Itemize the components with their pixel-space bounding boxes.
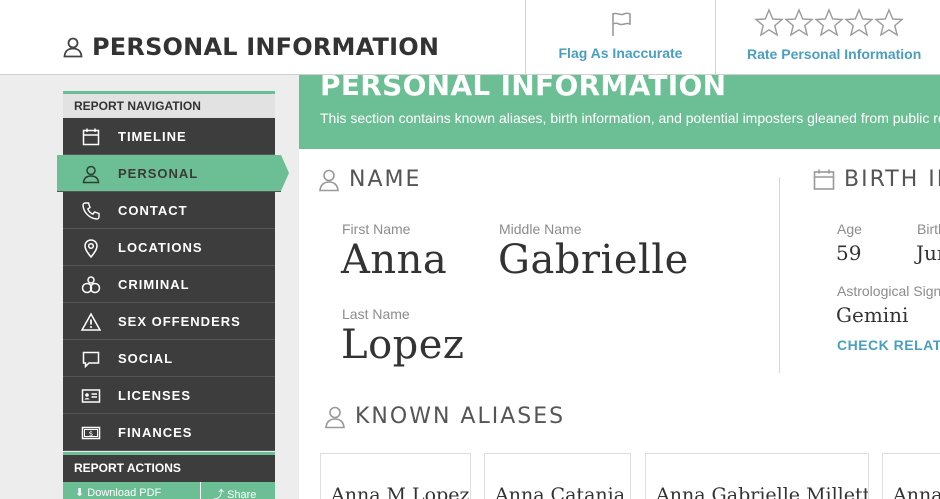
sidebar-item-timeline[interactable]: TIMELINE bbox=[63, 118, 275, 155]
alias-card: Anna M Lopez bbox=[320, 453, 471, 499]
main-content: PERSONAL INFORMATION This section contai… bbox=[299, 75, 940, 499]
flag-icon bbox=[612, 12, 631, 36]
person-icon bbox=[63, 37, 83, 58]
page-title-text: PERSONAL INFORMATION bbox=[92, 33, 440, 61]
sidebar-item-social[interactable]: SOCIAL bbox=[63, 340, 275, 377]
handcuffs-icon bbox=[81, 276, 101, 294]
report-page: PERSONAL INFORMATION Flag As Inaccurate … bbox=[0, 0, 940, 499]
birthday-value: June bbox=[916, 241, 940, 265]
alias-name: Anna Catania bbox=[495, 484, 626, 499]
banner-description: This section contains known aliases, bir… bbox=[320, 110, 940, 126]
sidebar-item-label: CONTACT bbox=[118, 203, 188, 218]
rate-section: Rate Personal Information bbox=[715, 0, 940, 75]
phone-icon bbox=[82, 202, 100, 220]
sidebar-item-finances[interactable]: $ FINANCES bbox=[63, 414, 275, 451]
download-pdf-label: Download PDF bbox=[87, 487, 162, 499]
alias-name: Anna Gabrielle Millett bbox=[656, 484, 869, 499]
download-pdf-button[interactable]: ⬇ Download PDF bbox=[63, 482, 201, 499]
sidebar-item-label: SEX OFFENDERS bbox=[118, 314, 241, 329]
star-icon[interactable] bbox=[784, 8, 814, 38]
age-value: 59 bbox=[836, 241, 862, 265]
sidebar-item-criminal[interactable]: CRIMINAL bbox=[63, 266, 275, 303]
report-actions-bar: ⬇ Download PDF ⤴ Share bbox=[63, 482, 275, 499]
flag-label: Flag As Inaccurate bbox=[558, 45, 683, 61]
report-actions-heading: REPORT ACTIONS bbox=[63, 452, 275, 482]
birth-section-heading: BIRTH INFORMATION bbox=[812, 167, 940, 192]
astrological-sign-label: Astrological Sign bbox=[837, 283, 940, 299]
section-banner: PERSONAL INFORMATION This section contai… bbox=[299, 75, 940, 149]
money-icon: $ bbox=[81, 426, 101, 440]
astrological-sign-value: Gemini bbox=[836, 303, 909, 327]
name-section-title: NAME bbox=[349, 167, 422, 192]
alias-card: Anna Catania bbox=[484, 453, 631, 499]
person-icon bbox=[82, 165, 100, 184]
first-name-value: Anna bbox=[341, 237, 448, 283]
alias-name: Anna M Lopez bbox=[331, 484, 470, 499]
age-label: Age bbox=[837, 221, 862, 237]
star-icon[interactable] bbox=[844, 8, 874, 38]
alias-card: Anna Gabrielle Millett bbox=[645, 453, 869, 499]
banner-title: PERSONAL INFORMATION bbox=[320, 75, 727, 102]
report-sidebar: REPORT NAVIGATION TIMELINE PERSONAL CONT… bbox=[57, 91, 289, 499]
last-name-label: Last Name bbox=[342, 306, 410, 322]
report-navigation-heading: REPORT NAVIGATION bbox=[63, 91, 275, 118]
middle-name-label: Middle Name bbox=[499, 221, 582, 237]
calendar-icon bbox=[82, 128, 100, 146]
star-icon[interactable] bbox=[814, 8, 844, 38]
person-icon bbox=[319, 169, 339, 191]
sidebar-item-label: FINANCES bbox=[118, 425, 193, 440]
sidebar-item-personal[interactable]: PERSONAL bbox=[57, 155, 289, 192]
sidebar-item-licenses[interactable]: LICENSES bbox=[63, 377, 275, 414]
check-compatibility-link[interactable]: CHECK RELATIONSHIP COMPATIBILITY bbox=[837, 337, 940, 353]
id-card-icon bbox=[81, 389, 101, 403]
alias-name: Anna bbox=[893, 484, 940, 499]
rate-label[interactable]: Rate Personal Information bbox=[747, 46, 921, 62]
sidebar-item-label: SOCIAL bbox=[118, 351, 174, 366]
sidebar-item-label: LOCATIONS bbox=[118, 240, 203, 255]
flag-inaccurate-button[interactable]: Flag As Inaccurate bbox=[525, 0, 715, 75]
star-rating[interactable] bbox=[754, 8, 904, 38]
star-icon[interactable] bbox=[874, 8, 904, 38]
birthday-label: Birthday bbox=[917, 221, 940, 237]
name-section-heading: NAME bbox=[317, 167, 421, 192]
warning-icon bbox=[81, 312, 101, 331]
sidebar-item-label: PERSONAL bbox=[118, 166, 199, 181]
sidebar-item-label: TIMELINE bbox=[118, 129, 187, 144]
sidebar-item-label: LICENSES bbox=[118, 388, 192, 403]
share-label: Share bbox=[227, 489, 257, 499]
birth-section-title: BIRTH INFORMATION bbox=[844, 167, 940, 192]
alias-card: Anna bbox=[882, 453, 940, 499]
middle-name-value: Gabrielle bbox=[498, 237, 689, 283]
sidebar-item-label: CRIMINAL bbox=[118, 277, 190, 292]
calendar-icon bbox=[813, 169, 835, 190]
person-icon bbox=[325, 406, 345, 428]
location-pin-icon bbox=[84, 239, 98, 258]
sidebar-item-contact[interactable]: CONTACT bbox=[63, 192, 275, 229]
share-button[interactable]: ⤴ Share bbox=[201, 482, 256, 499]
section-divider bbox=[779, 177, 780, 373]
star-icon[interactable] bbox=[754, 8, 784, 38]
aliases-section-title: KNOWN ALIASES bbox=[355, 404, 566, 429]
last-name-value: Lopez bbox=[341, 322, 465, 368]
aliases-section-heading: KNOWN ALIASES bbox=[323, 404, 565, 429]
first-name-label: First Name bbox=[342, 221, 411, 237]
svg-text:$: $ bbox=[89, 430, 93, 438]
chat-bubble-icon bbox=[82, 351, 100, 369]
sidebar-item-locations[interactable]: LOCATIONS bbox=[63, 229, 275, 266]
top-header: PERSONAL INFORMATION Flag As Inaccurate … bbox=[0, 0, 940, 75]
page-title: PERSONAL INFORMATION bbox=[62, 33, 439, 61]
sidebar-item-sex-offenders[interactable]: SEX OFFENDERS bbox=[63, 303, 275, 340]
